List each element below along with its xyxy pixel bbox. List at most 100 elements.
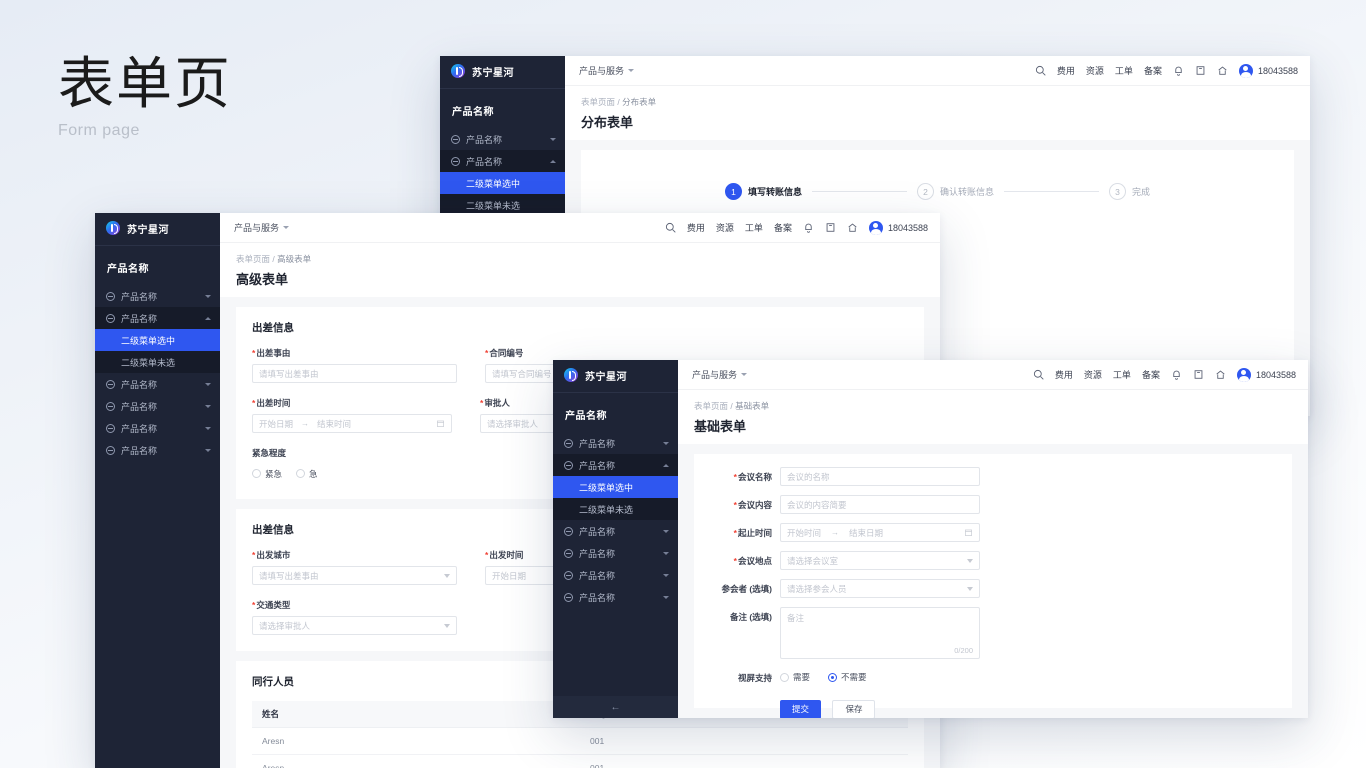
topbar-link-2[interactable]: 工单 [745, 221, 763, 234]
urgency-option-1[interactable]: 急 [296, 468, 318, 480]
sidebar-item-0[interactable]: 产品名称 [440, 128, 565, 150]
meeting-location-select[interactable]: 请选择会议室 [780, 551, 980, 570]
sidebar-collapse-button[interactable]: ← [553, 696, 678, 718]
remark-textarea[interactable]: 备注 0/200 [780, 607, 980, 659]
breadcrumb-parent[interactable]: 表单页面 [236, 254, 270, 264]
topbar-link-1[interactable]: 资源 [1084, 368, 1102, 381]
topbar-link-0[interactable]: 费用 [1057, 64, 1075, 77]
sidebar-item-1[interactable]: 产品名称 [440, 150, 565, 172]
topbar-link-3[interactable]: 备案 [1142, 368, 1160, 381]
avatar [1236, 367, 1251, 382]
field-meeting-content: *会议内容 会议的内容简要 [710, 495, 1276, 514]
logo-icon [106, 221, 120, 235]
content: *会议名称 会议的名称 *会议内容 会议的内容简要 *起止时间 开始时间 → 结… [678, 444, 1308, 718]
urgency-option-0[interactable]: 紧急 [252, 468, 282, 480]
sidebar-item-5[interactable]: 产品名称 [553, 586, 678, 608]
topbar-link-0[interactable]: 费用 [687, 221, 705, 234]
home-icon[interactable] [847, 222, 858, 233]
home-icon[interactable] [1215, 369, 1226, 380]
meeting-name-input[interactable]: 会议的名称 [780, 467, 980, 486]
trip-date-range[interactable]: 开始日期 → 结束时间 [252, 414, 452, 433]
topbar-link-1[interactable]: 资源 [716, 221, 734, 234]
user-menu[interactable]: 18043588 [1238, 63, 1298, 78]
page-head: 表单页面 / 高级表单 高级表单 [220, 243, 940, 297]
sidebar-item-label: 产品名称 [579, 460, 616, 471]
search-icon[interactable] [665, 222, 676, 233]
sidebar-item-0[interactable]: 产品名称 [553, 432, 678, 454]
product-services-dropdown[interactable]: 产品与服务 [692, 368, 748, 381]
sidebar-item-5[interactable]: 产品名称 [95, 439, 220, 461]
calendar-icon[interactable] [436, 419, 445, 428]
sidebar-subitem-unselected[interactable]: 二级菜单未选 [95, 351, 220, 373]
field-label: *会议名称 [733, 472, 772, 482]
book-icon[interactable] [1193, 369, 1204, 380]
attendees-select[interactable]: 请选择参会人员 [780, 579, 980, 598]
step-3[interactable]: 3 完成 [1109, 183, 1150, 200]
sidebar-item-4[interactable]: 产品名称 [95, 417, 220, 439]
brand-logo[interactable]: 苏宁星河 [440, 56, 565, 86]
breadcrumb-parent[interactable]: 表单页面 [694, 401, 728, 411]
sidebar-subitem-selected[interactable]: 二级菜单选中 [95, 329, 220, 351]
product-services-dropdown[interactable]: 产品与服务 [234, 221, 290, 234]
step-2[interactable]: 2 确认转账信息 [916, 183, 994, 200]
topbar: 产品与服务 费用 资源 工单 备案 18043588 [220, 213, 940, 243]
radio-dot [296, 469, 306, 478]
topbar-link-2[interactable]: 工单 [1113, 368, 1131, 381]
topbar-link-0[interactable]: 费用 [1055, 368, 1073, 381]
search-icon[interactable] [1033, 369, 1044, 380]
departure-city-select[interactable]: 请填写出差事由 [252, 566, 457, 585]
chevron-down-icon [205, 294, 211, 298]
step-1[interactable]: 1 填写转账信息 [724, 183, 802, 200]
breadcrumb-parent[interactable]: 表单页面 [581, 97, 615, 107]
sidebar-item-4[interactable]: 产品名称 [553, 564, 678, 586]
topbar-link-2[interactable]: 工单 [1115, 64, 1133, 77]
home-icon[interactable] [1217, 65, 1228, 76]
radio-dot [252, 469, 261, 478]
field-urgency: 紧急程度 紧急 急 [252, 447, 488, 483]
topbar-link-3[interactable]: 备案 [1144, 64, 1162, 77]
sidebar-subitem-selected[interactable]: 二级菜单选中 [553, 476, 678, 498]
calendar-icon[interactable] [964, 528, 973, 537]
video-support-option-1[interactable]: 不需要 [828, 671, 867, 683]
meeting-date-range[interactable]: 开始时间 → 结束日期 [780, 523, 980, 542]
sidebar-item-1[interactable]: 产品名称 [553, 454, 678, 476]
sidebar-item-2[interactable]: 产品名称 [95, 373, 220, 395]
sidebar-item-0[interactable]: 产品名称 [95, 285, 220, 307]
bell-icon[interactable] [803, 222, 814, 233]
field-trip-reason: *出差事由 请填写出差事由 [252, 347, 457, 383]
sidebar-item-1[interactable]: 产品名称 [95, 307, 220, 329]
book-icon[interactable] [825, 222, 836, 233]
bell-icon[interactable] [1173, 65, 1184, 76]
search-icon[interactable] [1035, 65, 1046, 76]
book-icon[interactable] [1195, 65, 1206, 76]
select-placeholder: 请选择会议室 [787, 555, 839, 566]
step-label: 确认转账信息 [939, 187, 994, 197]
bell-icon[interactable] [1171, 369, 1182, 380]
transport-type-select[interactable]: 请选择审批人 [252, 616, 457, 635]
topbar-link-3[interactable]: 备案 [774, 221, 792, 234]
save-button[interactable]: 保存 [832, 699, 876, 718]
user-menu[interactable]: 18043588 [1236, 367, 1296, 382]
sidebar-subitem-selected[interactable]: 二级菜单选中 [440, 172, 565, 194]
form-actions: 提交 保存 [710, 699, 1276, 718]
video-support-option-0[interactable]: 需要 [780, 671, 810, 683]
submit-button[interactable]: 提交 [780, 699, 822, 718]
trip-reason-input[interactable]: 请填写出差事由 [252, 364, 457, 383]
user-name: 18043588 [1255, 369, 1296, 380]
table-row[interactable]: Aresn 001 [252, 727, 908, 755]
sidebar-subitem-unselected[interactable]: 二级菜单未选 [553, 498, 678, 520]
product-services-dropdown[interactable]: 产品与服务 [579, 64, 635, 77]
topbar-link-1[interactable]: 资源 [1086, 64, 1104, 77]
sidebar-item-label: 产品名称 [121, 423, 158, 434]
sidebar-item-3[interactable]: 产品名称 [553, 542, 678, 564]
meeting-content-input[interactable]: 会议的内容简要 [780, 495, 980, 514]
sidebar-item-3[interactable]: 产品名称 [95, 395, 220, 417]
step-label: 完成 [1132, 187, 1151, 197]
table-row[interactable]: Aresn 001 [252, 754, 908, 768]
brand-logo[interactable]: 苏宁星河 [553, 360, 678, 390]
user-menu[interactable]: 18043588 [868, 220, 928, 235]
chevron-down-icon [550, 137, 556, 141]
cell-name: Aresn [252, 727, 580, 755]
sidebar-item-2[interactable]: 产品名称 [553, 520, 678, 542]
brand-logo[interactable]: 苏宁星河 [95, 213, 220, 243]
